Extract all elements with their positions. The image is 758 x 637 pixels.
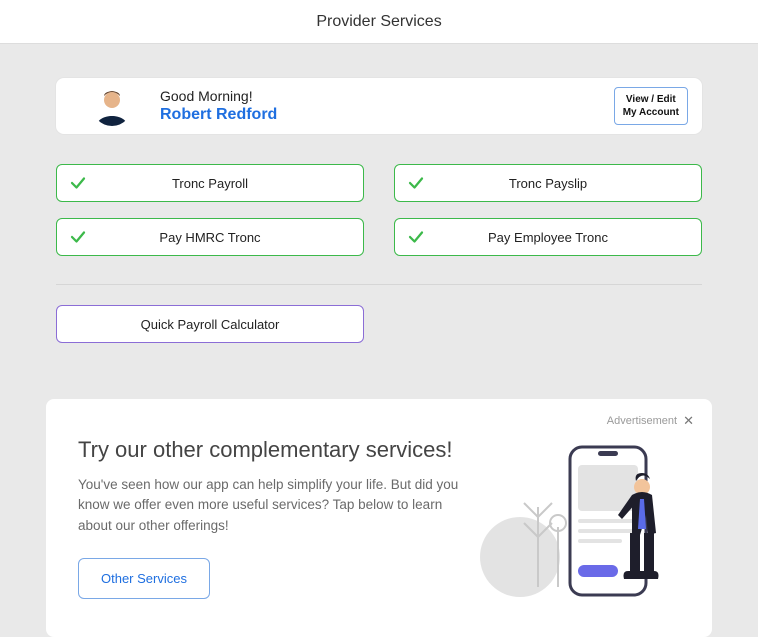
- account-btn-line1: View / Edit: [623, 93, 679, 106]
- action-col-right: Tronc Payslip Pay Employee Tronc: [394, 164, 702, 256]
- account-btn-line2: My Account: [623, 106, 679, 119]
- action-label: Pay HMRC Tronc: [87, 230, 351, 245]
- avatar: [92, 86, 132, 126]
- greeting-block: Good Morning! Robert Redford: [160, 88, 614, 124]
- content-area: Good Morning! Robert Redford View / Edit…: [0, 44, 758, 637]
- action-col-left: Tronc Payroll Pay HMRC Tronc: [56, 164, 364, 256]
- check-icon: [69, 174, 87, 192]
- user-card: Good Morning! Robert Redford View / Edit…: [56, 78, 702, 134]
- quick-label: Quick Payroll Calculator: [141, 317, 280, 332]
- page-title: Provider Services: [316, 13, 441, 31]
- tronc-payroll-card[interactable]: Tronc Payroll: [56, 164, 364, 202]
- top-bar: Provider Services: [0, 0, 758, 44]
- check-icon: [69, 228, 87, 246]
- greeting-text: Good Morning!: [160, 88, 614, 104]
- promo-cta-label: Other Services: [101, 571, 187, 586]
- promo-tag-text: Advertisement: [607, 415, 677, 427]
- view-edit-account-button[interactable]: View / Edit My Account: [614, 87, 688, 125]
- promo-illustration: [480, 437, 680, 607]
- promo-body: Try our other complementary services! Yo…: [78, 437, 680, 607]
- tronc-payslip-card[interactable]: Tronc Payslip: [394, 164, 702, 202]
- check-icon: [407, 228, 425, 246]
- pay-hmrc-tronc-card[interactable]: Pay HMRC Tronc: [56, 218, 364, 256]
- section-divider: [56, 284, 702, 285]
- action-label: Pay Employee Tronc: [425, 230, 689, 245]
- promo-tag: Advertisement ✕: [607, 413, 694, 429]
- promo-title: Try our other complementary services!: [78, 437, 460, 463]
- check-icon: [407, 174, 425, 192]
- user-name: Robert Redford: [160, 106, 614, 124]
- action-label: Tronc Payslip: [425, 176, 689, 191]
- promo-desc: You've seen how our app can help simplif…: [78, 475, 460, 536]
- promo-text: Try our other complementary services! Yo…: [78, 437, 460, 607]
- promo-panel: Advertisement ✕ Try our other complement…: [46, 399, 712, 637]
- action-grid: Tronc Payroll Pay HMRC Tronc Tronc Paysl…: [56, 164, 702, 256]
- quick-payroll-calculator-card[interactable]: Quick Payroll Calculator: [56, 305, 364, 343]
- pay-employee-tronc-card[interactable]: Pay Employee Tronc: [394, 218, 702, 256]
- other-services-button[interactable]: Other Services: [78, 558, 210, 599]
- close-icon[interactable]: ✕: [683, 413, 694, 429]
- action-label: Tronc Payroll: [87, 176, 351, 191]
